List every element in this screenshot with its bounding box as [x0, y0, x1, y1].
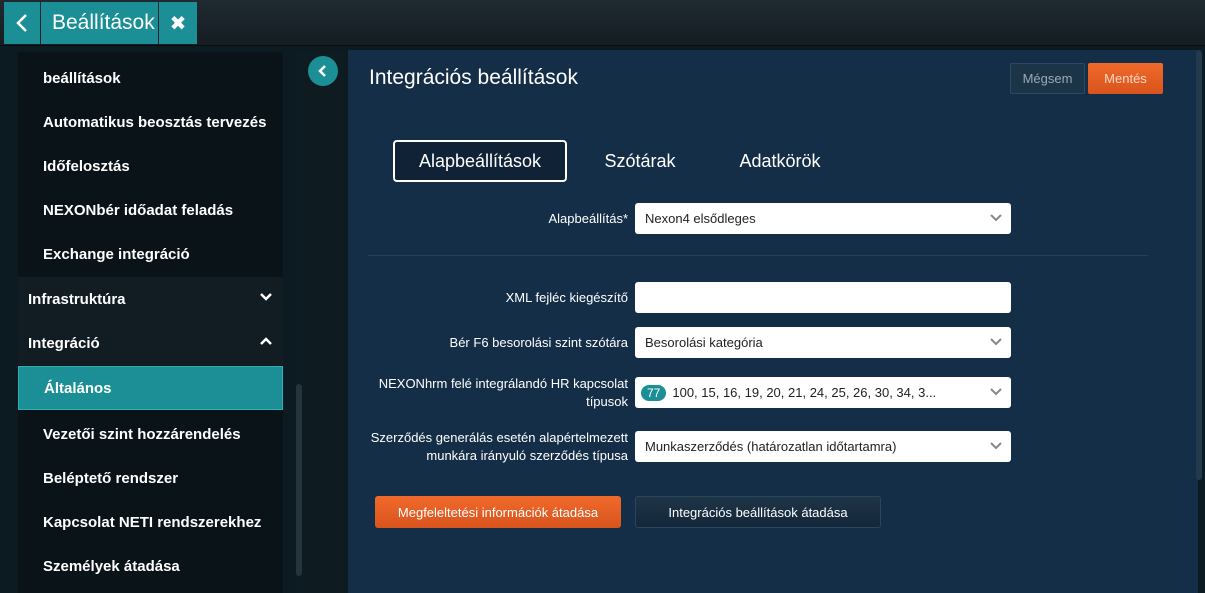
chevron-down-icon: [990, 388, 1002, 396]
integracios-atadas-button[interactable]: Integrációs beállítások átadása: [635, 496, 881, 528]
berf6-value: Besorolási kategória: [645, 335, 763, 350]
sidebar-item-label: Exchange integráció: [43, 245, 190, 263]
chevron-up-icon: [260, 337, 272, 345]
sidebar-item-altalanos[interactable]: Általános: [18, 366, 283, 410]
tab-adatkorok[interactable]: Adatkörök: [720, 140, 840, 182]
szerzodes-label-line2: munkára irányuló szerződés típusa: [426, 448, 628, 463]
top-bar: Beállítások ✖: [0, 0, 1205, 46]
sidebar-divider: [303, 52, 345, 593]
berf6-select[interactable]: Besorolási kategória: [635, 327, 1011, 358]
szerzodes-label: Szerződés generálás esetén alapértelmeze…: [371, 429, 628, 465]
sidebar-item-label: beállítások: [43, 69, 121, 87]
selected-count-badge: 77: [641, 384, 667, 401]
xml-label: XML fejléc kiegészítő: [505, 290, 628, 305]
megfeleltetesi-button[interactable]: Megfeleltetési információk átadása: [375, 496, 621, 528]
alapbeallitas-label: Alapbeállítás*: [548, 211, 629, 226]
sidebar-item-label: Vezetői szint hozzárendelés: [43, 425, 241, 443]
tab-alapbeallitasok[interactable]: Alapbeállítások: [393, 140, 567, 182]
sidebar-item-label: Személyek átadása: [43, 557, 180, 575]
close-icon: ✖: [169, 12, 187, 35]
hr-multiselect[interactable]: 77 100, 15, 16, 19, 20, 21, 24, 25, 26, …: [635, 377, 1011, 408]
sidebar-item-label: Időfelosztás: [43, 157, 130, 175]
sidebar-group-infrastruktura[interactable]: Infrastruktúra: [18, 277, 283, 321]
chevron-down-icon: [260, 293, 272, 301]
sidebar-group-integracio[interactable]: Integráció: [18, 321, 283, 365]
chevron-down-icon: [990, 338, 1002, 346]
save-button[interactable]: Mentés: [1088, 63, 1163, 94]
sidebar-group-label: Integráció: [28, 334, 100, 352]
szerzodes-select[interactable]: Munkaszerződés (határozatlan időtartamra…: [635, 431, 1011, 462]
sidebar-item-automatikus-beosztas[interactable]: Automatikus beosztás tervezés: [18, 100, 283, 144]
sidebar-item-label: NEXONbér időadat feladás: [43, 201, 234, 219]
close-button[interactable]: ✖: [159, 2, 197, 44]
hr-value: 100, 15, 16, 19, 20, 21, 24, 25, 26, 30,…: [672, 385, 937, 400]
section-divider: [368, 255, 1148, 256]
hr-label: NEXONhrm felé integrálandó HR kapcsolat …: [379, 375, 628, 411]
sidebar-item-label: Automatikus beosztás tervezés: [43, 113, 267, 131]
chevron-down-icon: [990, 214, 1002, 222]
sidebar-item-vezetoi-szint[interactable]: Vezetői szint hozzárendelés: [18, 412, 283, 456]
chevron-left-icon: [318, 65, 326, 77]
hr-label-line2: típusok: [586, 394, 628, 409]
sidebar: beállítások Automatikus beosztás tervezé…: [18, 52, 283, 593]
sidebar-item-label: Általános: [44, 379, 112, 397]
page-header-title: Beállítások: [41, 2, 158, 44]
szerzodes-value: Munkaszerződés (határozatlan időtartamra…: [645, 439, 897, 454]
sidebar-item-szemelyek[interactable]: Személyek átadása: [18, 544, 283, 588]
tab-szotarak[interactable]: Szótárak: [590, 140, 690, 182]
sidebar-group-label: Infrastruktúra: [28, 290, 126, 308]
sidebar-scrollbar-thumb[interactable]: [296, 384, 302, 576]
collapse-sidebar-button[interactable]: [308, 56, 338, 86]
page-title: Integrációs beállítások: [369, 66, 578, 89]
hr-label-line1: NEXONhrm felé integrálandó HR kapcsolat: [378, 376, 628, 391]
xml-input[interactable]: [635, 282, 1011, 313]
berf6-label: Bér F6 besorolási szint szótára: [449, 335, 628, 350]
sidebar-item-label: Beléptető rendszer: [43, 469, 179, 487]
sidebar-item-label: Kapcsolat NETI rendszerekhez: [43, 513, 262, 531]
sidebar-item-idofelosztas[interactable]: Időfelosztás: [18, 144, 283, 188]
sidebar-item-beallitasok[interactable]: beállítások: [18, 56, 283, 100]
alapbeallitas-value: Nexon4 elsődleges: [645, 211, 756, 226]
chevron-left-icon: [16, 14, 27, 32]
sidebar-item-nexonber[interactable]: NEXONbér időadat feladás: [18, 188, 283, 232]
szerzodes-label-line1: Szerződés generálás esetén alapértelmeze…: [370, 430, 628, 445]
cancel-button[interactable]: Mégsem: [1010, 63, 1085, 94]
sidebar-item-belepteto[interactable]: Beléptető rendszer: [18, 456, 283, 500]
main-scrollbar[interactable]: [1196, 50, 1202, 480]
back-button[interactable]: [4, 2, 40, 44]
alapbeallitas-select[interactable]: Nexon4 elsődleges: [635, 203, 1011, 234]
chevron-down-icon: [990, 442, 1002, 450]
sidebar-item-exchange[interactable]: Exchange integráció: [18, 232, 283, 276]
sidebar-item-neti[interactable]: Kapcsolat NETI rendszerekhez: [18, 500, 283, 544]
